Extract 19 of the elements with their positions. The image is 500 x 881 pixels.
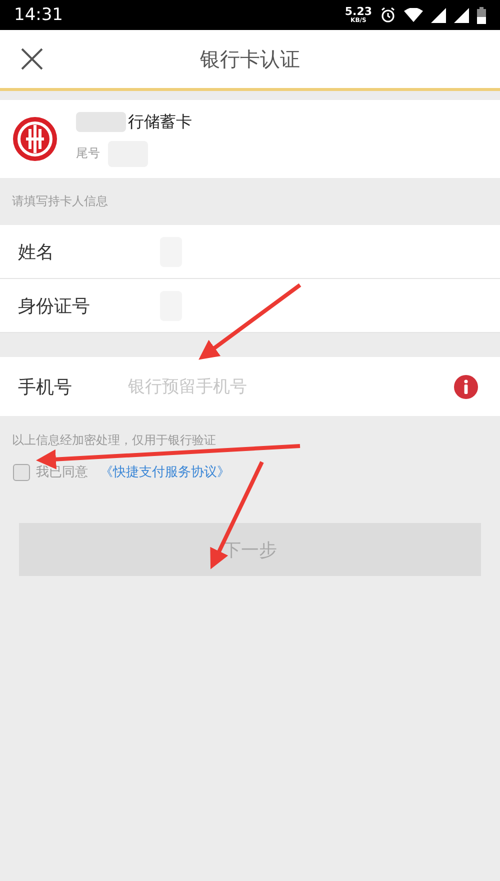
- signal-icon: [431, 8, 446, 22]
- bank-logo-icon: [12, 116, 58, 162]
- signal-icon: [454, 8, 469, 22]
- blur-patch: [76, 112, 126, 132]
- section-label: 请填写持卡人信息: [12, 193, 108, 210]
- battery-icon: [477, 6, 486, 24]
- close-icon[interactable]: [21, 48, 43, 70]
- network-speed: 5.23: [344, 6, 372, 16]
- alarm-icon: [380, 7, 396, 23]
- wifi-icon: [404, 8, 423, 22]
- bank-card-name: 行储蓄卡: [128, 112, 192, 132]
- card-tail-label: 尾号: [76, 145, 100, 162]
- clock: 14:31: [14, 5, 63, 25]
- privacy-note: 以上信息经加密处理，仅用于银行验证: [11, 432, 217, 449]
- page-title: 银行卡认证: [200, 46, 300, 72]
- phone-input[interactable]: 银行预留手机号: [110, 376, 298, 396]
- agree-checkbox[interactable]: [13, 464, 30, 480]
- info-icon[interactable]: [454, 374, 478, 398]
- field-label: 手机号: [18, 376, 73, 398]
